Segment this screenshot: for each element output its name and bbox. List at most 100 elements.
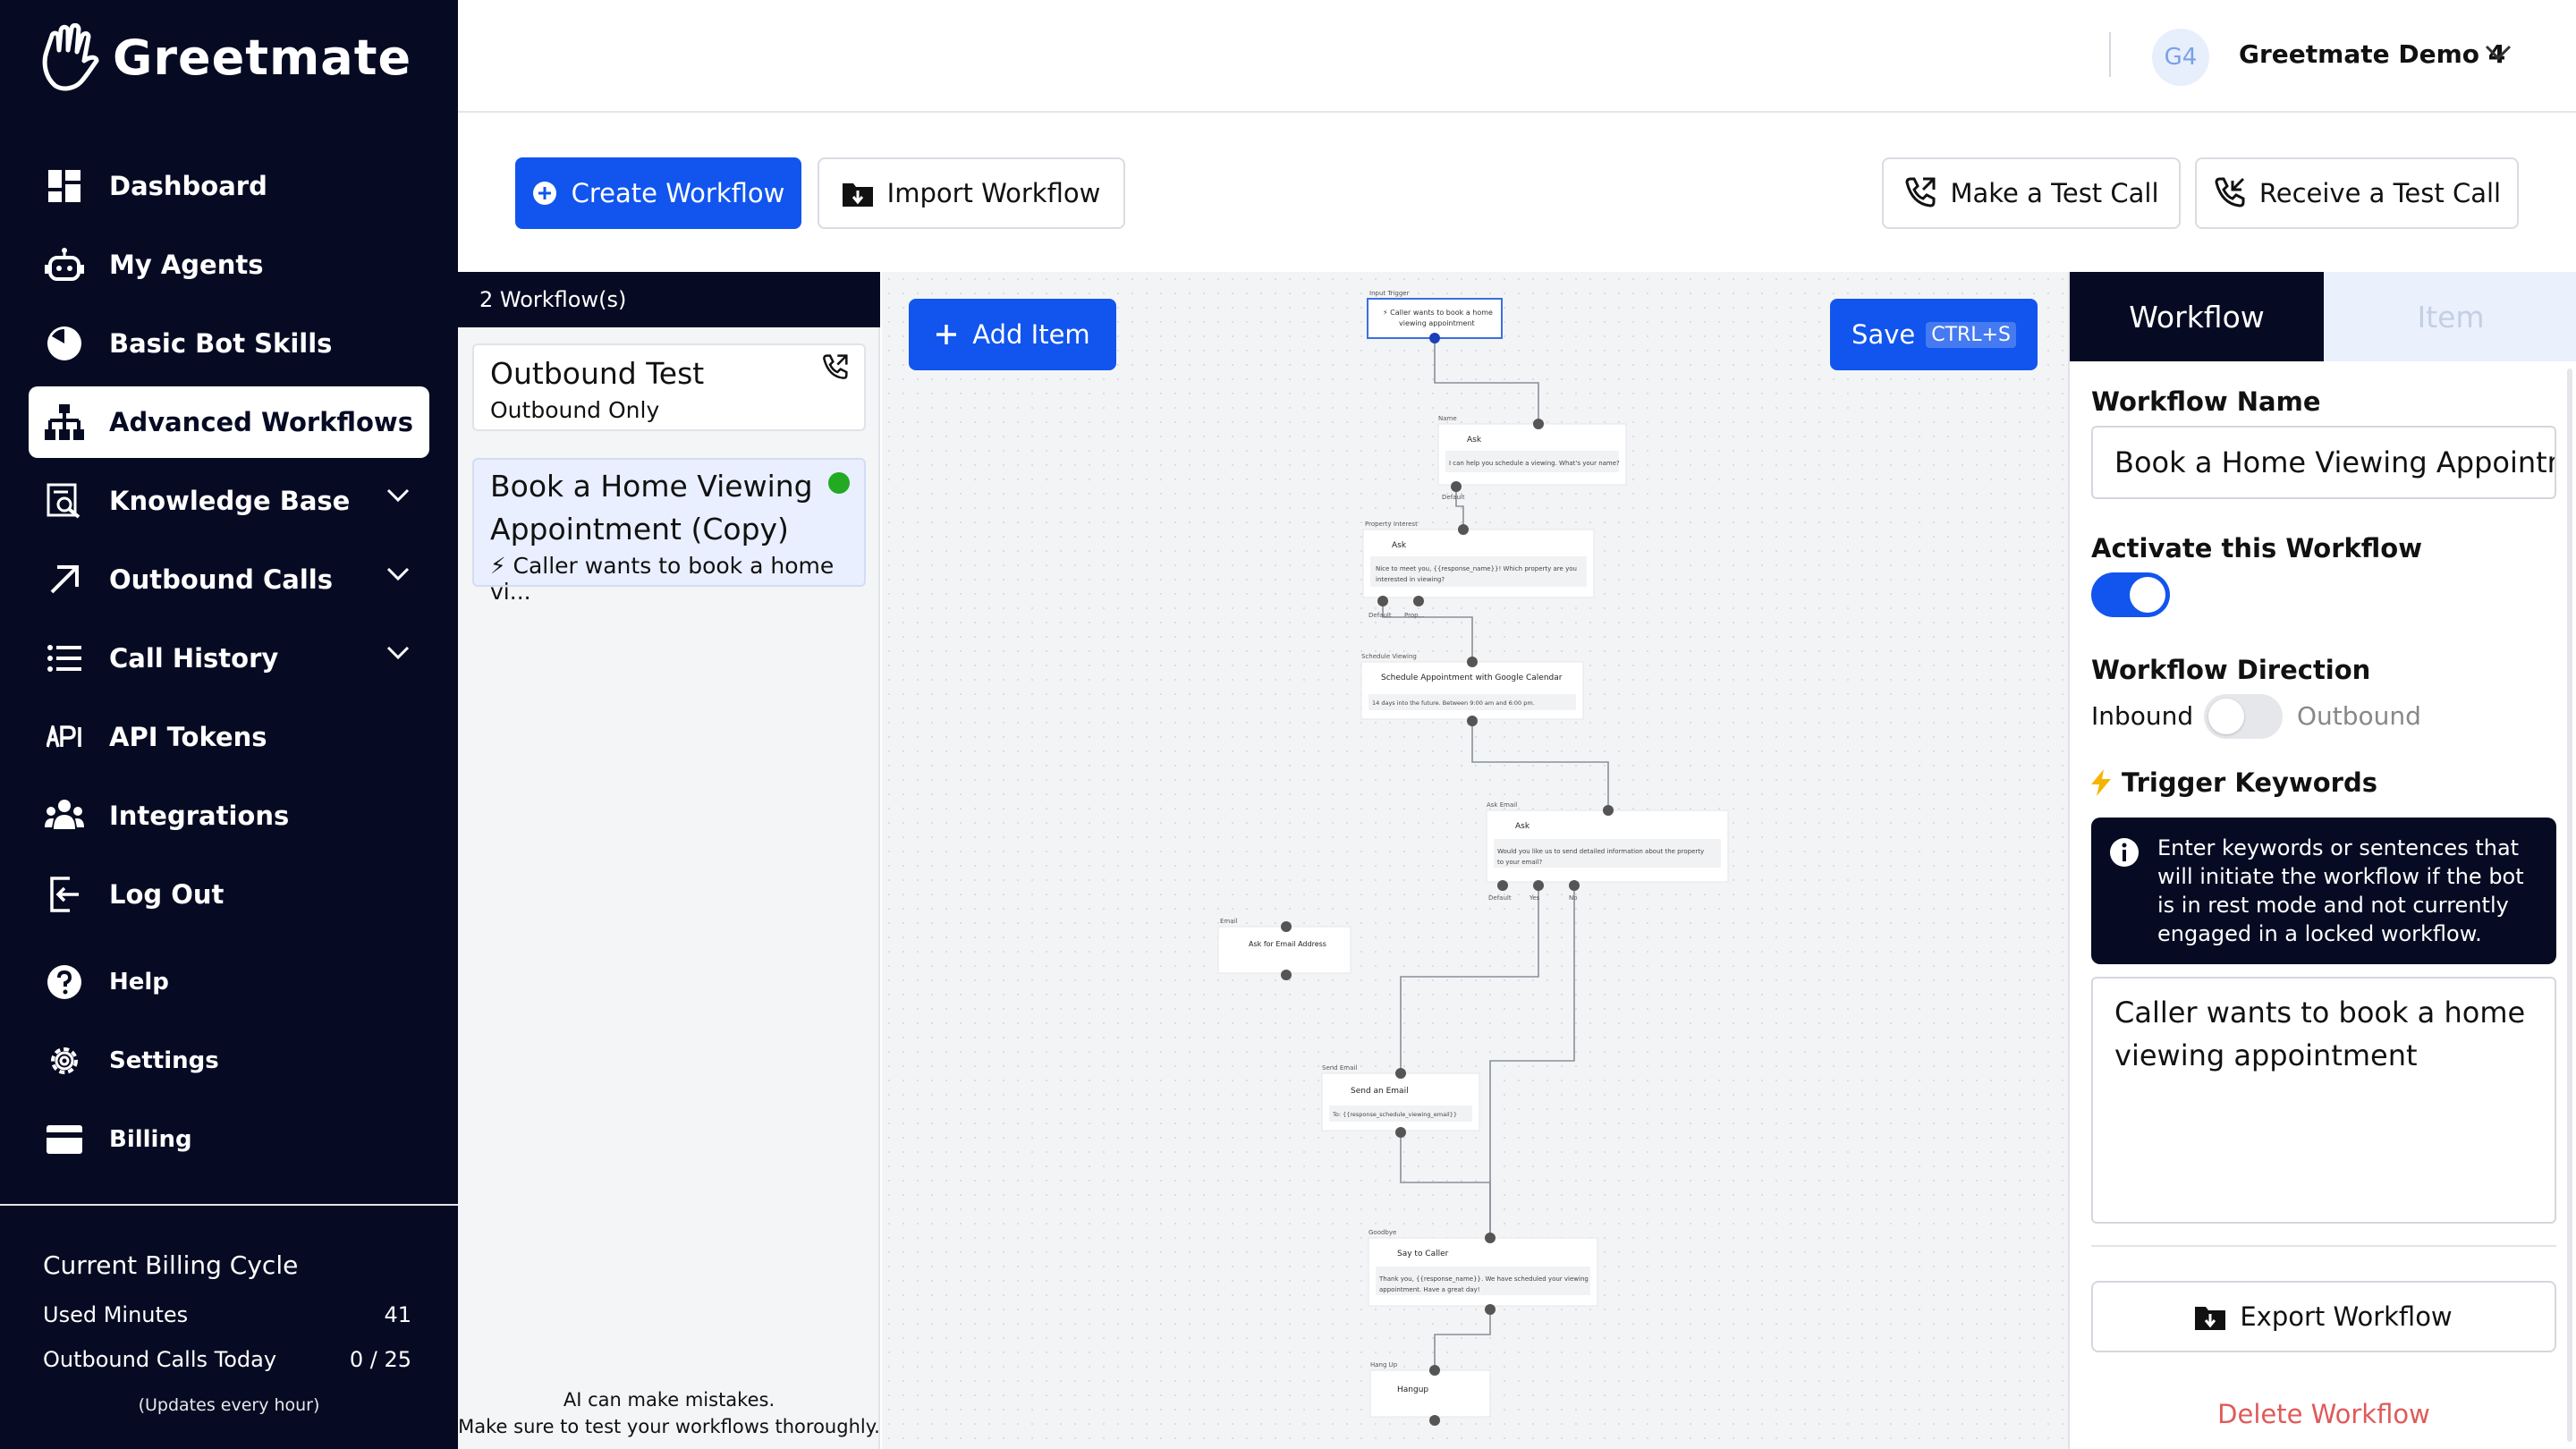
- direction-toggle[interactable]: [2204, 694, 2283, 739]
- direction-label: Workflow Direction: [2091, 655, 2371, 685]
- folder-download-icon: [2195, 1307, 2226, 1330]
- workflow-name-input[interactable]: Book a Home Viewing Appointment (Copy): [2091, 426, 2556, 499]
- panel-scrollbar[interactable]: [2567, 369, 2572, 1442]
- help-icon: [45, 962, 84, 1002]
- output-label: Default: [1442, 494, 1465, 501]
- nav-my-agents[interactable]: My Agents: [29, 229, 429, 301]
- phone-outgoing-icon: [823, 354, 848, 379]
- node-caption: Email: [1220, 918, 1237, 925]
- node-body-2: interested in viewing?: [1376, 576, 1445, 583]
- nav-billing[interactable]: Billing: [29, 1104, 429, 1175]
- nav-help[interactable]: Help: [29, 946, 429, 1018]
- node-body-2: appointment. Have a great day!: [1379, 1286, 1480, 1293]
- nav-label: Advanced Workflows: [109, 407, 413, 437]
- nav-dashboard[interactable]: Dashboard: [29, 150, 429, 222]
- lightning-icon: [2091, 769, 2111, 796]
- nav-label: Integrations: [109, 801, 290, 831]
- create-workflow-button[interactable]: Create Workflow: [515, 157, 801, 229]
- tab-workflow[interactable]: Workflow: [2070, 272, 2324, 361]
- trigger-info-box: Enter keywords or sentences that will in…: [2091, 818, 2556, 964]
- workflow-count: 2 Workflow(s): [458, 272, 880, 327]
- output-label: Yes: [1529, 894, 1540, 902]
- output-label: Default: [1488, 894, 1512, 902]
- node-title: Ask: [1392, 541, 1407, 550]
- properties-panel: Workflow Item Workflow Name Book a Home …: [2068, 272, 2576, 1449]
- receive-test-call-button[interactable]: Receive a Test Call: [2195, 157, 2519, 229]
- tab-item[interactable]: Item: [2324, 272, 2576, 361]
- search-doc-icon: [45, 481, 84, 521]
- billing-title: Current Billing Cycle: [43, 1250, 299, 1280]
- dashboard-icon: [45, 166, 84, 206]
- output-label: Prop...: [1404, 612, 1424, 619]
- robot-icon: [45, 245, 84, 284]
- node-title: Ask: [1467, 436, 1482, 445]
- export-workflow-button[interactable]: Export Workflow: [2091, 1281, 2556, 1352]
- nav-api-tokens[interactable]: API Tokens: [29, 701, 429, 773]
- ask-name-node[interactable]: Name Ask I can help you schedule a viewi…: [1437, 415, 1627, 501]
- nav-settings[interactable]: Settings: [29, 1025, 429, 1097]
- nav-label: Log Out: [109, 879, 225, 910]
- schedule-node[interactable]: Schedule Viewing Schedule Appointment wi…: [1360, 653, 1584, 726]
- info-icon: [2110, 838, 2139, 867]
- brand-logo[interactable]: Greetmate: [39, 23, 411, 91]
- nav-call-history[interactable]: Call History: [29, 623, 429, 694]
- node-body-2: to your email?: [1497, 859, 1543, 866]
- node-caption: Hang Up: [1370, 1361, 1398, 1368]
- inbound-label: Inbound: [2091, 701, 2194, 731]
- nav-outbound-calls[interactable]: Outbound Calls: [29, 544, 429, 615]
- active-status-dot: [828, 472, 850, 494]
- chevron-down-icon[interactable]: [2485, 45, 2512, 61]
- nav-integrations[interactable]: Integrations: [29, 780, 429, 852]
- workflow-card-book-home-viewing[interactable]: Book a Home Viewing Appointment (Copy) ⚡…: [472, 458, 866, 605]
- account-name[interactable]: Greetmate Demo 4: [2239, 39, 2505, 69]
- nav-basic-bot-skills[interactable]: Basic Bot Skills: [29, 308, 429, 379]
- used-minutes-row: Used Minutes 41: [43, 1302, 411, 1327]
- node-caption: Goodbye: [1368, 1229, 1396, 1236]
- node-title: Ask for Email Address: [1249, 940, 1326, 948]
- goodbye-node[interactable]: Goodbye Say to Caller Thank you, {{respo…: [1368, 1229, 1598, 1315]
- trigger-keywords-textarea[interactable]: Caller wants to book a home viewing appo…: [2091, 977, 2556, 1224]
- node-body: I can help you schedule a viewing. What'…: [1449, 460, 1620, 467]
- nav-label: API Tokens: [109, 722, 267, 752]
- add-item-label: Add Item: [972, 319, 1090, 350]
- ask-email-node[interactable]: Ask Email Ask Would you like us to send …: [1486, 801, 1729, 902]
- send-email-node[interactable]: Send Email Send an Email To: {{response_…: [1321, 1064, 1480, 1138]
- node-title: Say to Caller: [1397, 1250, 1449, 1258]
- workflow-list-panel: 2 Workflow(s) Outbound Test Outbound Onl…: [458, 272, 880, 1449]
- avatar[interactable]: G4: [2152, 29, 2209, 86]
- plus-icon: [936, 325, 957, 344]
- workflow-subtitle: ⚡ Caller wants to book a home vi...: [490, 553, 835, 605]
- node-body-1: Would you like us to send detailed infor…: [1497, 848, 1704, 855]
- outbound-calls-value: 0 / 25: [349, 1347, 411, 1372]
- import-workflow-button[interactable]: Import Workflow: [818, 157, 1125, 229]
- nav-label: Knowledge Base: [109, 486, 351, 516]
- activate-toggle[interactable]: [2091, 572, 2170, 617]
- save-label: Save: [1852, 319, 1916, 350]
- trigger-node[interactable]: Input Trigger ⚡ Caller wants to book a h…: [1367, 290, 1503, 343]
- people-icon: [45, 796, 84, 835]
- outbound-calls-label: Outbound Calls Today: [43, 1347, 277, 1372]
- add-item-button[interactable]: Add Item: [909, 299, 1116, 370]
- brand-name: Greetmate: [113, 29, 412, 86]
- workflow-canvas[interactable]: Input Trigger ⚡ Caller wants to book a h…: [882, 272, 2068, 1449]
- nav-log-out[interactable]: Log Out: [29, 859, 429, 930]
- email-node[interactable]: Email Ask for Email Address: [1217, 918, 1352, 980]
- workflow-title-line2: Appointment (Copy): [490, 512, 789, 547]
- nav-label: Basic Bot Skills: [109, 328, 333, 359]
- chevron-down-icon: [386, 646, 410, 660]
- nav-advanced-workflows[interactable]: Advanced Workflows: [29, 386, 429, 458]
- make-test-call-button[interactable]: Make a Test Call: [1882, 157, 2181, 229]
- hangup-node[interactable]: Hang Up Hangup: [1369, 1361, 1491, 1426]
- ask-property-node[interactable]: Property Interest Ask Nice to meet you, …: [1362, 521, 1595, 619]
- save-button[interactable]: Save CTRL+S: [1830, 299, 2038, 370]
- workflow-graph[interactable]: Input Trigger ⚡ Caller wants to book a h…: [882, 272, 2068, 1449]
- logout-icon: [45, 875, 84, 914]
- node-body: 14 days into the future. Between 9:00 am…: [1372, 699, 1535, 707]
- workflow-card-outbound-test[interactable]: Outbound Test Outbound Only: [472, 343, 866, 431]
- nav-label: Settings: [109, 1047, 219, 1074]
- used-minutes-label: Used Minutes: [43, 1302, 189, 1327]
- delete-workflow-button[interactable]: Delete Workflow: [2091, 1399, 2556, 1429]
- outbound-label: Outbound: [2297, 701, 2421, 731]
- nav-label: My Agents: [109, 250, 264, 280]
- nav-knowledge-base[interactable]: Knowledge Base: [29, 465, 429, 537]
